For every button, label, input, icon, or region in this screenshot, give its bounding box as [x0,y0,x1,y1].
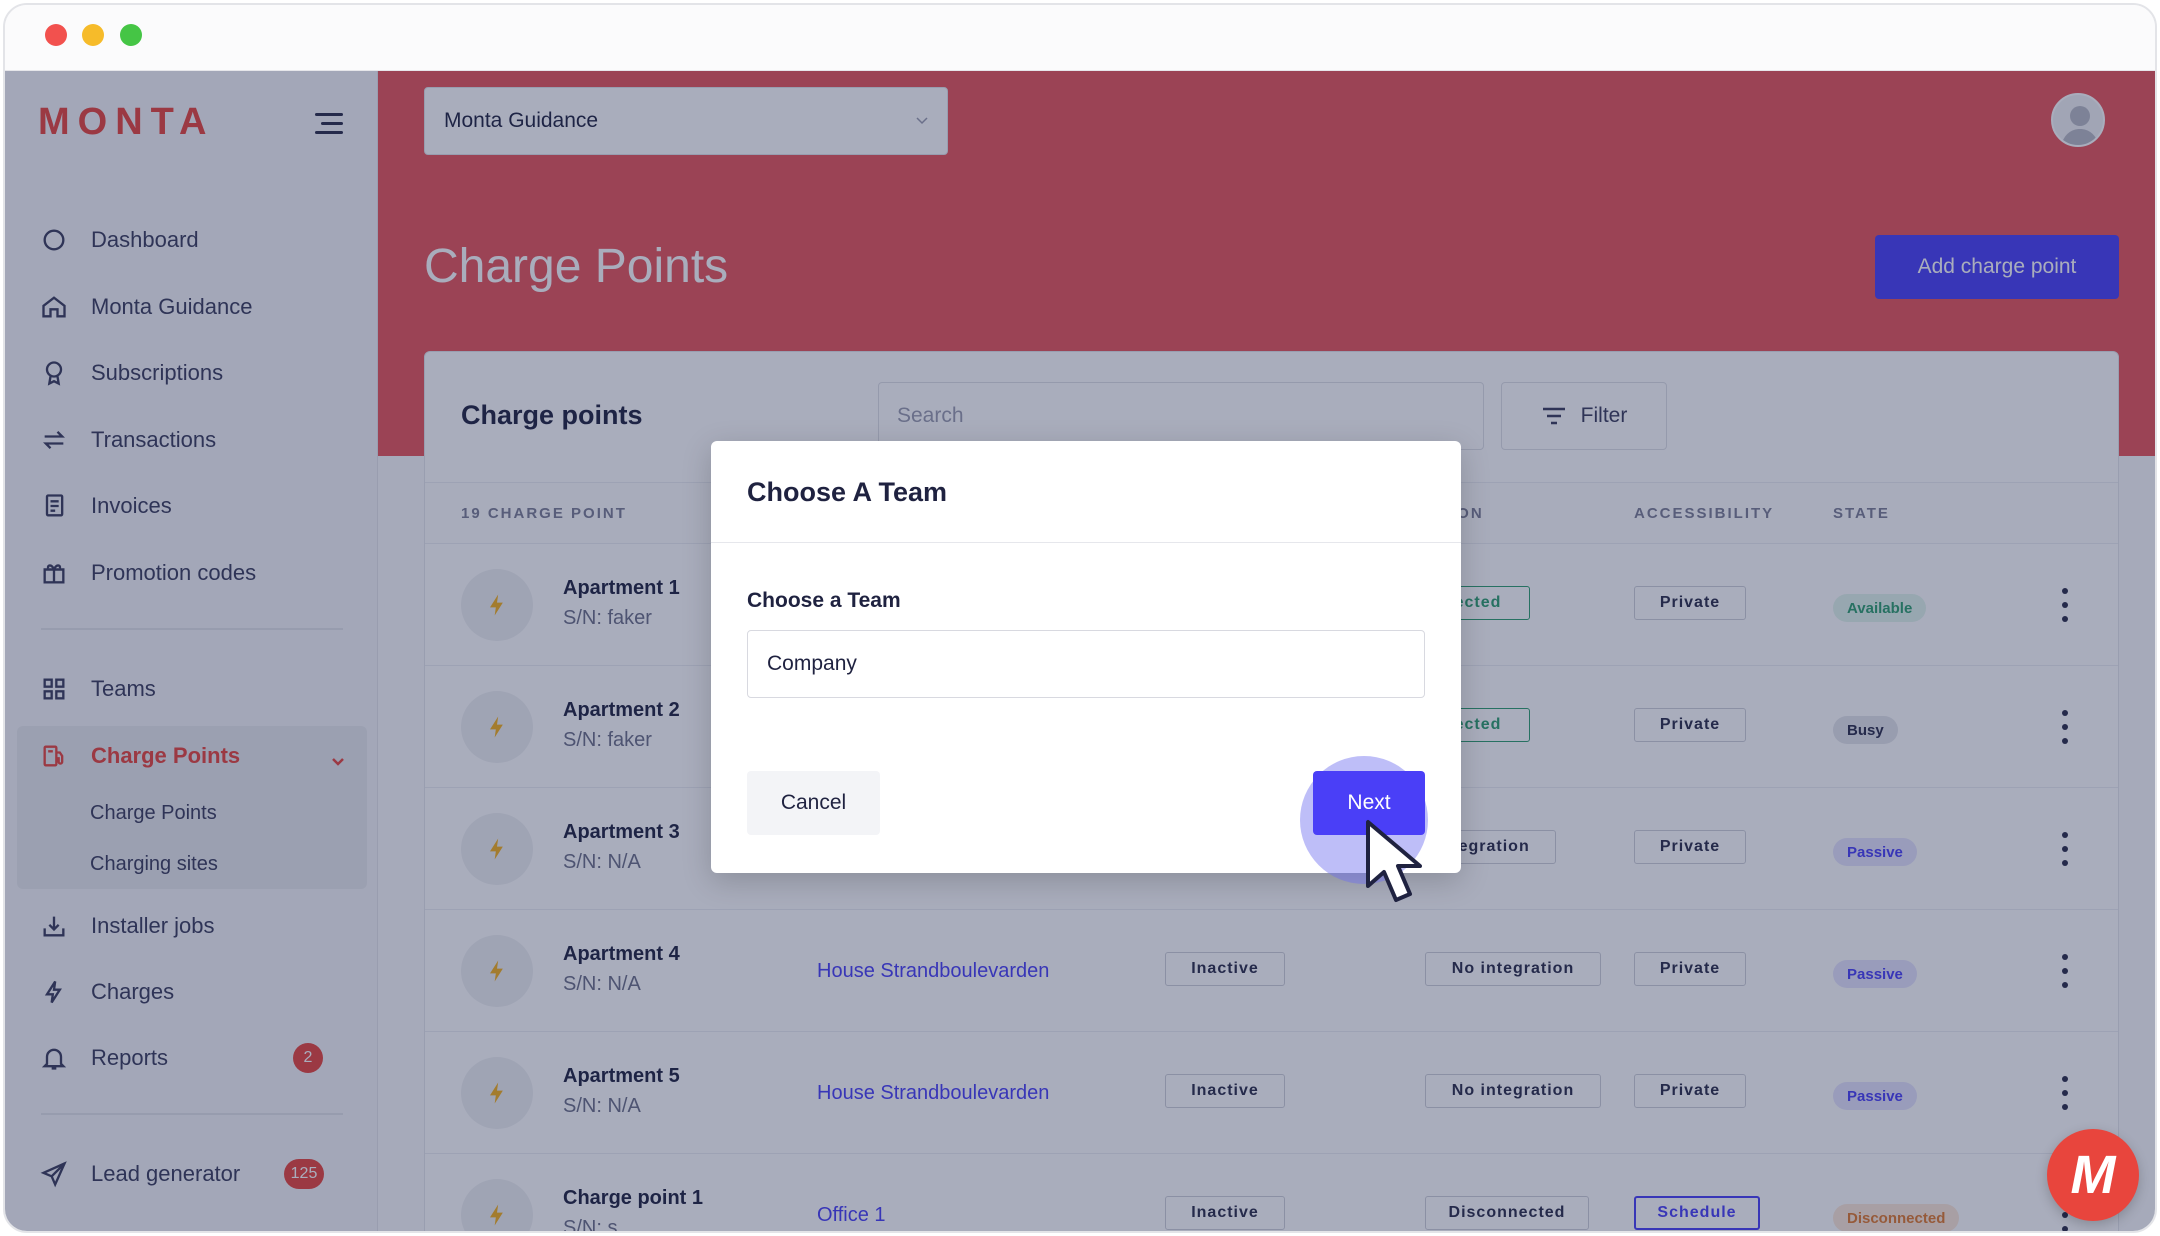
close-window-button[interactable] [45,24,67,46]
mouse-cursor-icon [1366,820,1422,902]
dialog-divider [711,542,1461,543]
title-bar [5,5,2155,71]
dialog-title: Choose A Team [747,477,948,507]
maximize-window-button[interactable] [120,24,142,46]
team-field-label: Choose a Team [747,589,901,612]
support-chat-button[interactable]: M [2047,1129,2139,1221]
cancel-button[interactable]: Cancel [747,771,880,835]
support-chat-label: M [2070,1145,2116,1205]
browser-window: MONTA Dashboard Monta Guidance Subscript… [3,3,2157,1233]
minimize-window-button[interactable] [82,24,104,46]
team-field[interactable]: Company [747,630,1425,698]
choose-team-dialog: Choose A Team Choose a Team Company Canc… [711,441,1461,884]
